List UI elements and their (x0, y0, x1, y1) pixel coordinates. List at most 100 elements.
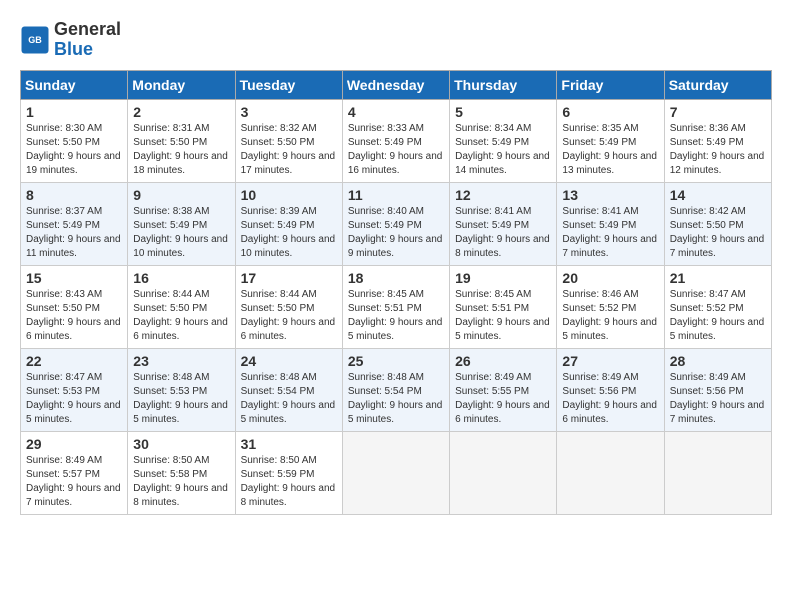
day-number: 31 (241, 436, 337, 452)
day-info: Sunrise: 8:48 AMSunset: 5:53 PMDaylight:… (133, 372, 228, 425)
calendar-cell: 3 Sunrise: 8:32 AMSunset: 5:50 PMDayligh… (235, 99, 342, 182)
day-info: Sunrise: 8:50 AMSunset: 5:58 PMDaylight:… (133, 455, 228, 508)
day-info: Sunrise: 8:45 AMSunset: 5:51 PMDaylight:… (348, 289, 443, 342)
calendar-cell: 25 Sunrise: 8:48 AMSunset: 5:54 PMDaylig… (342, 348, 449, 431)
day-number: 21 (670, 270, 766, 286)
calendar-cell: 4 Sunrise: 8:33 AMSunset: 5:49 PMDayligh… (342, 99, 449, 182)
day-number: 15 (26, 270, 122, 286)
day-number: 20 (562, 270, 658, 286)
calendar-cell: 17 Sunrise: 8:44 AMSunset: 5:50 PMDaylig… (235, 265, 342, 348)
calendar-cell: 21 Sunrise: 8:47 AMSunset: 5:52 PMDaylig… (664, 265, 771, 348)
day-info: Sunrise: 8:31 AMSunset: 5:50 PMDaylight:… (133, 123, 228, 176)
calendar-cell: 7 Sunrise: 8:36 AMSunset: 5:49 PMDayligh… (664, 99, 771, 182)
day-info: Sunrise: 8:47 AMSunset: 5:52 PMDaylight:… (670, 289, 765, 342)
calendar-cell: 15 Sunrise: 8:43 AMSunset: 5:50 PMDaylig… (21, 265, 128, 348)
calendar-cell: 16 Sunrise: 8:44 AMSunset: 5:50 PMDaylig… (128, 265, 235, 348)
calendar-cell: 20 Sunrise: 8:46 AMSunset: 5:52 PMDaylig… (557, 265, 664, 348)
calendar-cell: 13 Sunrise: 8:41 AMSunset: 5:49 PMDaylig… (557, 182, 664, 265)
day-info: Sunrise: 8:45 AMSunset: 5:51 PMDaylight:… (455, 289, 550, 342)
calendar-cell: 31 Sunrise: 8:50 AMSunset: 5:59 PMDaylig… (235, 431, 342, 514)
day-number: 14 (670, 187, 766, 203)
day-info: Sunrise: 8:40 AMSunset: 5:49 PMDaylight:… (348, 206, 443, 259)
calendar-cell: 1 Sunrise: 8:30 AMSunset: 5:50 PMDayligh… (21, 99, 128, 182)
day-info: Sunrise: 8:32 AMSunset: 5:50 PMDaylight:… (241, 123, 336, 176)
day-info: Sunrise: 8:44 AMSunset: 5:50 PMDaylight:… (241, 289, 336, 342)
day-info: Sunrise: 8:39 AMSunset: 5:49 PMDaylight:… (241, 206, 336, 259)
calendar-cell: 26 Sunrise: 8:49 AMSunset: 5:55 PMDaylig… (450, 348, 557, 431)
calendar-cell: 6 Sunrise: 8:35 AMSunset: 5:49 PMDayligh… (557, 99, 664, 182)
day-info: Sunrise: 8:38 AMSunset: 5:49 PMDaylight:… (133, 206, 228, 259)
day-number: 27 (562, 353, 658, 369)
day-number: 29 (26, 436, 122, 452)
day-info: Sunrise: 8:36 AMSunset: 5:49 PMDaylight:… (670, 123, 765, 176)
calendar-cell: 29 Sunrise: 8:49 AMSunset: 5:57 PMDaylig… (21, 431, 128, 514)
calendar-cell (664, 431, 771, 514)
calendar-cell (557, 431, 664, 514)
logo-text: General Blue (54, 20, 121, 60)
day-info: Sunrise: 8:41 AMSunset: 5:49 PMDaylight:… (455, 206, 550, 259)
day-info: Sunrise: 8:41 AMSunset: 5:49 PMDaylight:… (562, 206, 657, 259)
day-number: 17 (241, 270, 337, 286)
weekday-header-monday: Monday (128, 70, 235, 99)
calendar-cell: 28 Sunrise: 8:49 AMSunset: 5:56 PMDaylig… (664, 348, 771, 431)
day-info: Sunrise: 8:44 AMSunset: 5:50 PMDaylight:… (133, 289, 228, 342)
day-number: 8 (26, 187, 122, 203)
day-info: Sunrise: 8:47 AMSunset: 5:53 PMDaylight:… (26, 372, 121, 425)
day-number: 28 (670, 353, 766, 369)
day-number: 26 (455, 353, 551, 369)
day-number: 5 (455, 104, 551, 120)
calendar-cell: 2 Sunrise: 8:31 AMSunset: 5:50 PMDayligh… (128, 99, 235, 182)
day-number: 24 (241, 353, 337, 369)
day-info: Sunrise: 8:49 AMSunset: 5:56 PMDaylight:… (670, 372, 765, 425)
day-info: Sunrise: 8:48 AMSunset: 5:54 PMDaylight:… (348, 372, 443, 425)
calendar-cell: 11 Sunrise: 8:40 AMSunset: 5:49 PMDaylig… (342, 182, 449, 265)
day-info: Sunrise: 8:49 AMSunset: 5:57 PMDaylight:… (26, 455, 121, 508)
day-number: 22 (26, 353, 122, 369)
weekday-header-sunday: Sunday (21, 70, 128, 99)
day-number: 23 (133, 353, 229, 369)
day-info: Sunrise: 8:37 AMSunset: 5:49 PMDaylight:… (26, 206, 121, 259)
day-info: Sunrise: 8:49 AMSunset: 5:56 PMDaylight:… (562, 372, 657, 425)
day-number: 13 (562, 187, 658, 203)
calendar-cell: 18 Sunrise: 8:45 AMSunset: 5:51 PMDaylig… (342, 265, 449, 348)
day-number: 2 (133, 104, 229, 120)
weekday-header-friday: Friday (557, 70, 664, 99)
day-number: 25 (348, 353, 444, 369)
day-number: 16 (133, 270, 229, 286)
calendar-cell: 24 Sunrise: 8:48 AMSunset: 5:54 PMDaylig… (235, 348, 342, 431)
day-info: Sunrise: 8:43 AMSunset: 5:50 PMDaylight:… (26, 289, 121, 342)
calendar-cell: 12 Sunrise: 8:41 AMSunset: 5:49 PMDaylig… (450, 182, 557, 265)
day-number: 4 (348, 104, 444, 120)
day-info: Sunrise: 8:48 AMSunset: 5:54 PMDaylight:… (241, 372, 336, 425)
calendar-cell: 10 Sunrise: 8:39 AMSunset: 5:49 PMDaylig… (235, 182, 342, 265)
day-number: 18 (348, 270, 444, 286)
svg-text:GB: GB (28, 35, 42, 45)
calendar-cell: 27 Sunrise: 8:49 AMSunset: 5:56 PMDaylig… (557, 348, 664, 431)
day-number: 1 (26, 104, 122, 120)
calendar-cell: 22 Sunrise: 8:47 AMSunset: 5:53 PMDaylig… (21, 348, 128, 431)
page-header: GB General Blue (20, 20, 772, 60)
day-number: 30 (133, 436, 229, 452)
day-info: Sunrise: 8:42 AMSunset: 5:50 PMDaylight:… (670, 206, 765, 259)
calendar-cell: 8 Sunrise: 8:37 AMSunset: 5:49 PMDayligh… (21, 182, 128, 265)
weekday-header-saturday: Saturday (664, 70, 771, 99)
calendar-cell: 19 Sunrise: 8:45 AMSunset: 5:51 PMDaylig… (450, 265, 557, 348)
day-number: 11 (348, 187, 444, 203)
day-info: Sunrise: 8:30 AMSunset: 5:50 PMDaylight:… (26, 123, 121, 176)
calendar-table: SundayMondayTuesdayWednesdayThursdayFrid… (20, 70, 772, 515)
day-info: Sunrise: 8:49 AMSunset: 5:55 PMDaylight:… (455, 372, 550, 425)
day-number: 12 (455, 187, 551, 203)
day-number: 19 (455, 270, 551, 286)
day-number: 9 (133, 187, 229, 203)
logo-icon: GB (20, 25, 50, 55)
weekday-header-wednesday: Wednesday (342, 70, 449, 99)
day-info: Sunrise: 8:35 AMSunset: 5:49 PMDaylight:… (562, 123, 657, 176)
day-info: Sunrise: 8:34 AMSunset: 5:49 PMDaylight:… (455, 123, 550, 176)
day-number: 7 (670, 104, 766, 120)
calendar-cell: 5 Sunrise: 8:34 AMSunset: 5:49 PMDayligh… (450, 99, 557, 182)
calendar-cell: 30 Sunrise: 8:50 AMSunset: 5:58 PMDaylig… (128, 431, 235, 514)
day-number: 3 (241, 104, 337, 120)
day-info: Sunrise: 8:33 AMSunset: 5:49 PMDaylight:… (348, 123, 443, 176)
day-number: 6 (562, 104, 658, 120)
day-number: 10 (241, 187, 337, 203)
